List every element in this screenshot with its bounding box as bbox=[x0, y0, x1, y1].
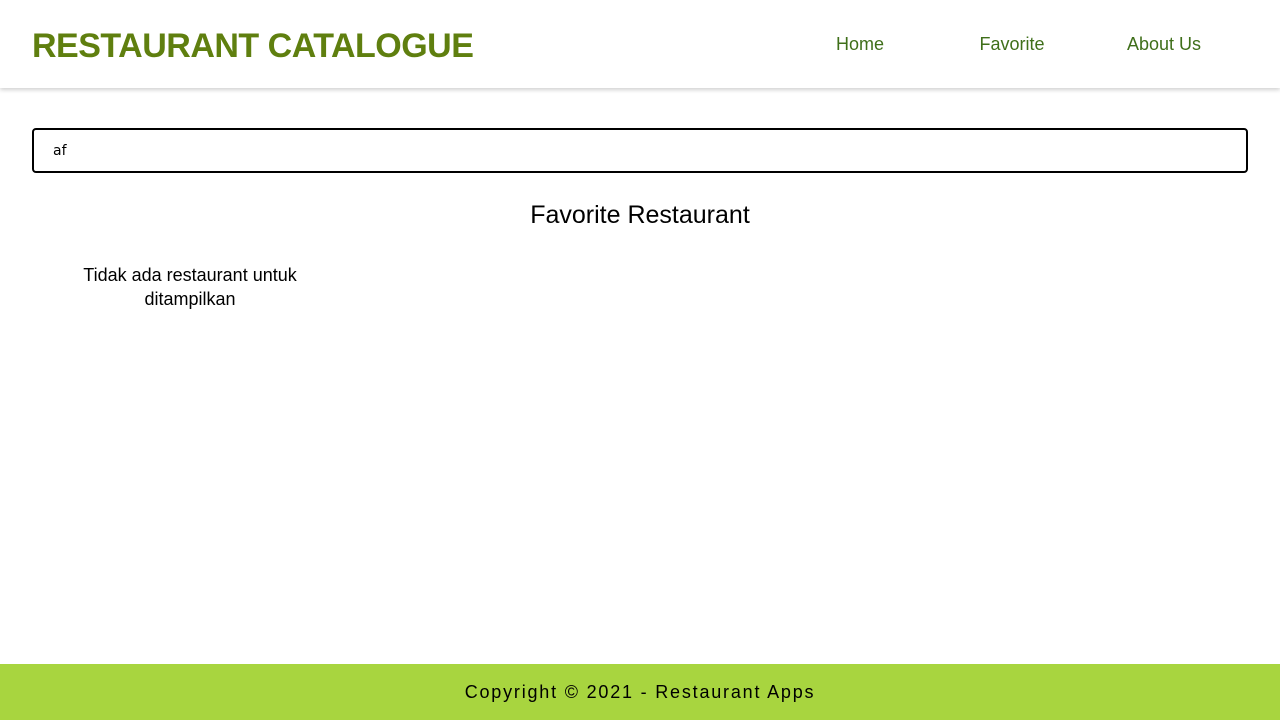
nav-link-about-us[interactable]: About Us bbox=[1088, 32, 1240, 56]
app-footer: Copyright © 2021 - Restaurant Apps bbox=[0, 664, 1280, 720]
nav-link-favorite[interactable]: Favorite bbox=[936, 32, 1088, 56]
page-title: Favorite Restaurant bbox=[530, 201, 750, 229]
main-nav: Home Favorite About Us bbox=[784, 0, 1280, 88]
nav-link-home[interactable]: Home bbox=[784, 32, 936, 56]
app-root: RESTAURANT CATALOGUE Home Favorite About… bbox=[0, 0, 1280, 720]
search-input[interactable] bbox=[34, 130, 1246, 171]
copyright-text: Copyright © 2021 - Restaurant Apps bbox=[464, 681, 816, 702]
app-bar: RESTAURANT CATALOGUE Home Favorite About… bbox=[0, 0, 1280, 88]
empty-state-message: Tidak ada restaurant untuk ditampilkan bbox=[83, 265, 297, 309]
brand-title[interactable]: RESTAURANT CATALOGUE bbox=[32, 24, 474, 68]
search-box bbox=[32, 128, 1248, 173]
